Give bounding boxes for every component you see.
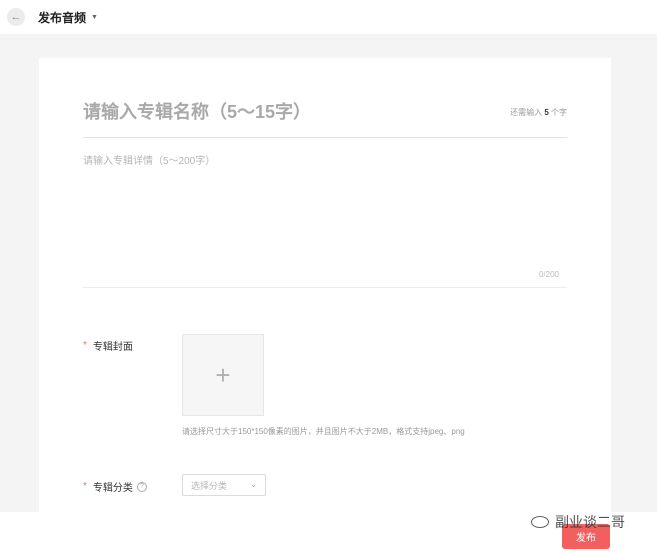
arrow-left-icon: ← (10, 11, 22, 23)
top-bar: ← 发布音频 ▼ (0, 0, 657, 34)
album-name-remaining: 还需输入 5 个字 (510, 108, 567, 117)
cover-field-label: * 专辑封面 (83, 338, 133, 353)
category-label: 专辑分类 (92, 483, 133, 494)
album-name-row: 还需输入 5 个字 (83, 94, 567, 138)
page-title: 发布音频 (38, 10, 87, 25)
category-placeholder: 选择分类 (191, 480, 228, 491)
album-name-input[interactable] (83, 102, 463, 123)
required-mark: * (83, 481, 87, 492)
help-icon[interactable]: ? (136, 481, 147, 492)
chevron-down-icon: ⌄ (250, 480, 257, 489)
album-description-input[interactable] (83, 152, 563, 262)
required-mark: * (83, 340, 87, 351)
plus-icon: + (215, 359, 231, 390)
caret-down-icon: ▼ (91, 13, 98, 21)
category-field-label: * 专辑分类 ? (83, 479, 147, 494)
page-title-dropdown[interactable]: 发布音频 ▼ (38, 9, 98, 26)
cover-upload-button[interactable]: + (182, 334, 264, 416)
back-button[interactable]: ← (7, 8, 25, 26)
wechat-icon (531, 516, 549, 528)
album-description-area: 0/200 (83, 152, 567, 288)
category-select[interactable]: 选择分类 ⌄ (182, 474, 266, 496)
album-form-card: 还需输入 5 个字 0/200 * 专辑封面 + 请选择尺寸大于150*150像… (39, 58, 611, 528)
watermark: 副业谈二哥 (531, 512, 625, 532)
watermark-text: 副业谈二哥 (555, 514, 625, 530)
cover-label: 专辑封面 (92, 342, 133, 353)
description-char-count: 0/200 (538, 270, 559, 279)
cover-hint: 请选择尺寸大于150*150像素的图片，并且图片不大于2MB，格式支持jpeg、… (182, 427, 465, 436)
